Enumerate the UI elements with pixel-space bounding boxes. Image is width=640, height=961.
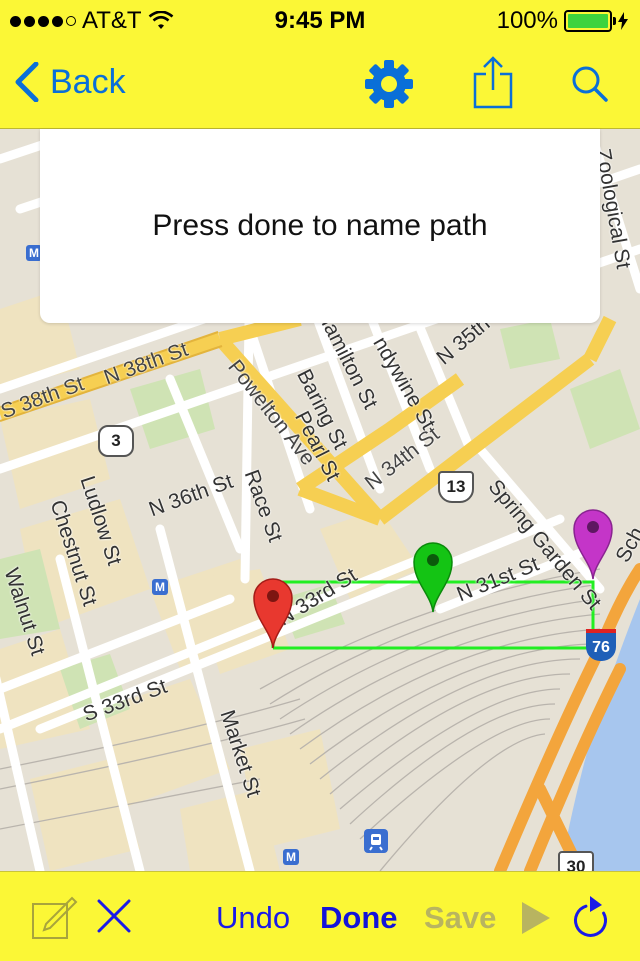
back-button[interactable]: Back xyxy=(14,62,126,102)
bottom-toolbar: Undo Done Save xyxy=(0,871,640,961)
share-icon[interactable] xyxy=(472,54,514,110)
done-button[interactable]: Done xyxy=(320,900,398,936)
interstate-shield: 76 xyxy=(586,629,616,661)
waypoint-pin[interactable] xyxy=(412,540,454,614)
edit-icon[interactable] xyxy=(30,894,78,942)
instruction-message: Press done to name path xyxy=(152,209,488,242)
chevron-left-icon xyxy=(15,62,39,102)
route-shield: 30 xyxy=(558,851,594,871)
instruction-popup: Press done to name path xyxy=(40,129,600,323)
battery-percent: 100% xyxy=(496,7,558,34)
search-icon[interactable] xyxy=(570,64,610,104)
status-bar: AT&T 9:45 PM 100% xyxy=(0,0,640,40)
back-label: Back xyxy=(50,62,126,101)
redo-icon[interactable] xyxy=(570,894,610,940)
route-shield: 13 xyxy=(438,471,474,503)
charging-icon xyxy=(618,12,628,30)
navigation-bar: Back xyxy=(0,40,640,129)
play-icon[interactable] xyxy=(519,900,553,936)
status-right: 100% xyxy=(497,7,628,35)
settings-gear-icon[interactable] xyxy=(363,58,415,110)
train-station-icon xyxy=(364,829,388,853)
metro-icon: M xyxy=(152,579,168,595)
route-shield: 3 xyxy=(98,425,134,457)
metro-icon: M xyxy=(283,849,299,865)
end-pin[interactable] xyxy=(572,507,614,581)
start-pin[interactable] xyxy=(252,576,294,650)
clear-icon[interactable] xyxy=(96,898,132,934)
save-button[interactable]: Save xyxy=(424,900,496,936)
undo-button[interactable]: Undo xyxy=(216,900,290,936)
battery-icon xyxy=(564,10,616,32)
